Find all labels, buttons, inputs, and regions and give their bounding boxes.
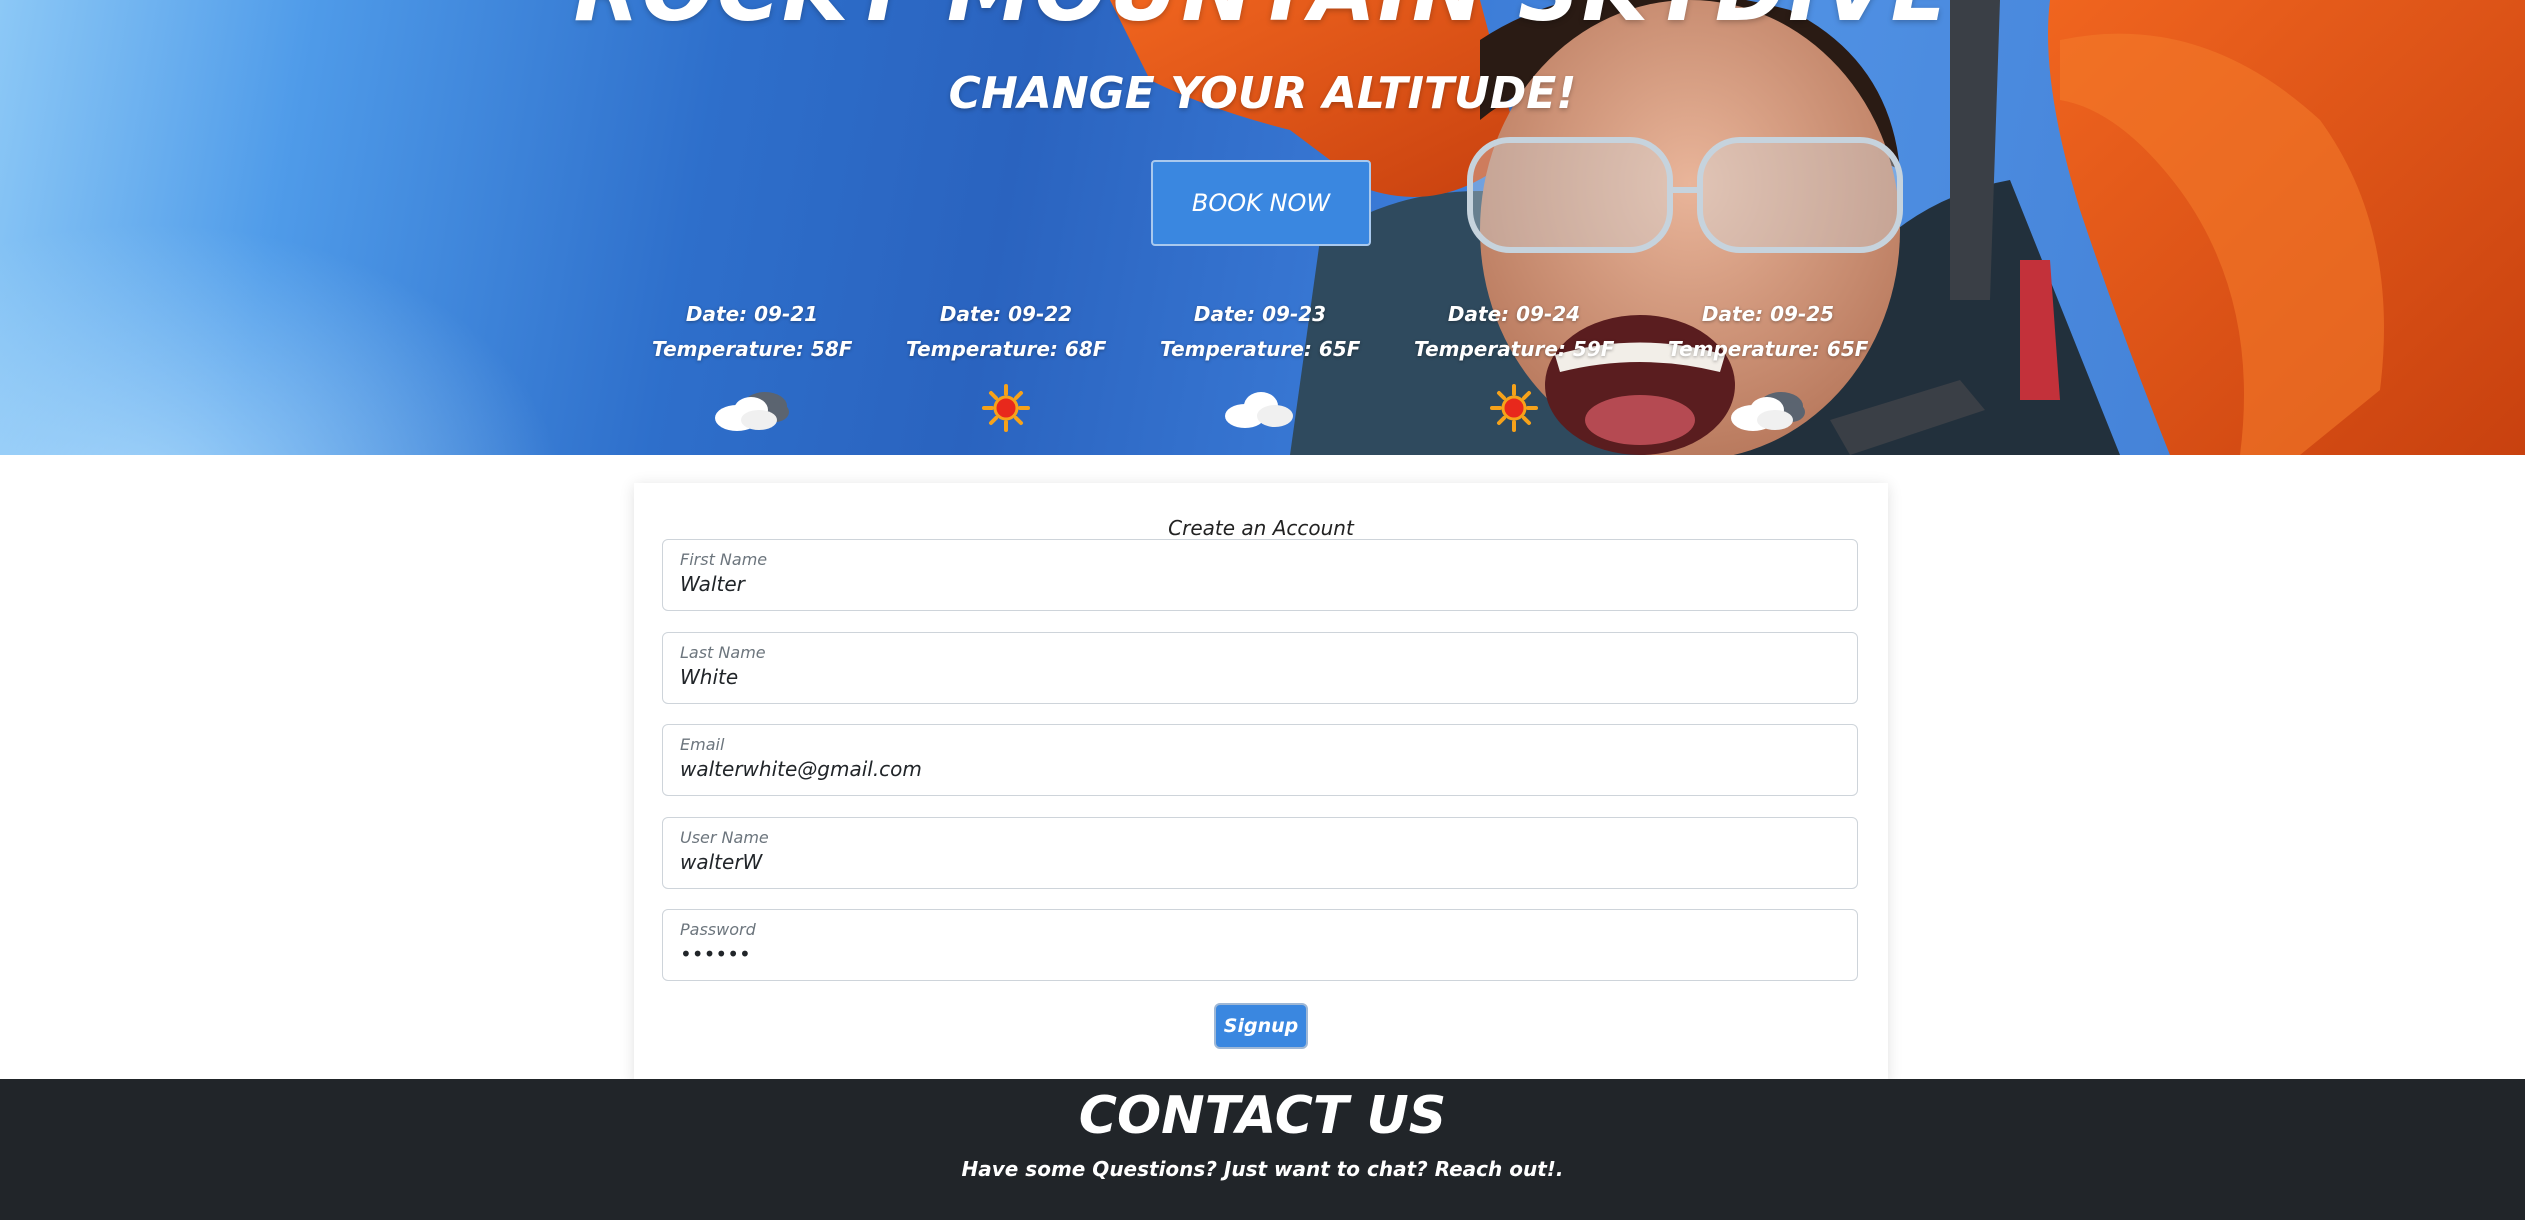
forecast-day: Date: 09-25 Temperature: 65F — [1668, 300, 1868, 436]
contact-section: CONTACT US Have some Questions? Just wan… — [0, 1079, 2525, 1220]
sun-icon — [1490, 384, 1538, 432]
last-name-field[interactable]: Last Name White — [662, 632, 1858, 704]
hero-subtitle: CHANGE YOUR ALTITUDE! — [948, 68, 1577, 119]
hero-title: ROCKY MOUNTAIN SKYDIVE — [0, 0, 2525, 34]
forecast-date: Date: 09-24 — [1447, 302, 1581, 326]
forecast-day: Date: 09-21 Temperature: 58F — [652, 300, 852, 436]
signup-title: Create an Account — [1168, 516, 1354, 540]
forecast-temp: Temperature: 65F — [1160, 337, 1361, 361]
forecast-day: Date: 09-24 Temperature: 59F — [1414, 300, 1614, 436]
sun-icon — [982, 384, 1030, 432]
forecast-temp: Temperature: 58F — [652, 337, 853, 361]
forecast-temp: Temperature: 65F — [1668, 337, 1869, 361]
cloud-icon — [1225, 392, 1293, 428]
first-name-field[interactable]: First Name Walter — [662, 539, 1858, 611]
email-label: Email — [680, 735, 725, 754]
password-value[interactable]: •••••• — [680, 942, 751, 966]
partly-cloudy-icon — [715, 392, 789, 431]
username-field[interactable]: User Name walterW — [662, 817, 1858, 889]
signup-card: Create an Account First Name Walter Last… — [634, 483, 1888, 1083]
page: ROCKY MOUNTAIN SKYDIVE CHANGE YOUR ALTIT… — [0, 0, 2525, 1220]
partly-cloudy-icon — [1731, 392, 1805, 431]
first-name-label: First Name — [680, 550, 768, 569]
last-name-value[interactable]: White — [680, 665, 738, 689]
contact-title: CONTACT US — [1078, 1086, 1447, 1146]
signup-button[interactable]: Signup — [1214, 1003, 1308, 1049]
forecast-temp: Temperature: 59F — [1414, 337, 1615, 361]
forecast-date: Date: 09-22 — [939, 302, 1073, 326]
book-now-button[interactable]: BOOK NOW — [1151, 160, 1371, 246]
forecast-date: Date: 09-21 — [685, 302, 819, 326]
email-value[interactable]: walterwhite@gmail.com — [680, 757, 922, 781]
forecast-temp: Temperature: 68F — [906, 337, 1107, 361]
forecast-date: Date: 09-25 — [1701, 302, 1835, 326]
username-value[interactable]: walterW — [680, 850, 762, 874]
forecast-day: Date: 09-23 Temperature: 65F — [1160, 300, 1360, 436]
hero-banner: ROCKY MOUNTAIN SKYDIVE CHANGE YOUR ALTIT… — [0, 0, 2525, 455]
email-field[interactable]: Email walterwhite@gmail.com — [662, 724, 1858, 796]
password-label: Password — [680, 920, 756, 939]
first-name-value[interactable]: Walter — [680, 572, 745, 596]
forecast-day: Date: 09-22 Temperature: 68F — [906, 300, 1106, 436]
forecast-date: Date: 09-23 — [1193, 302, 1327, 326]
contact-subtitle: Have some Questions? Just want to chat? … — [961, 1157, 1564, 1181]
password-field[interactable]: Password •••••• — [662, 909, 1858, 981]
username-label: User Name — [680, 828, 769, 847]
last-name-label: Last Name — [680, 643, 766, 662]
